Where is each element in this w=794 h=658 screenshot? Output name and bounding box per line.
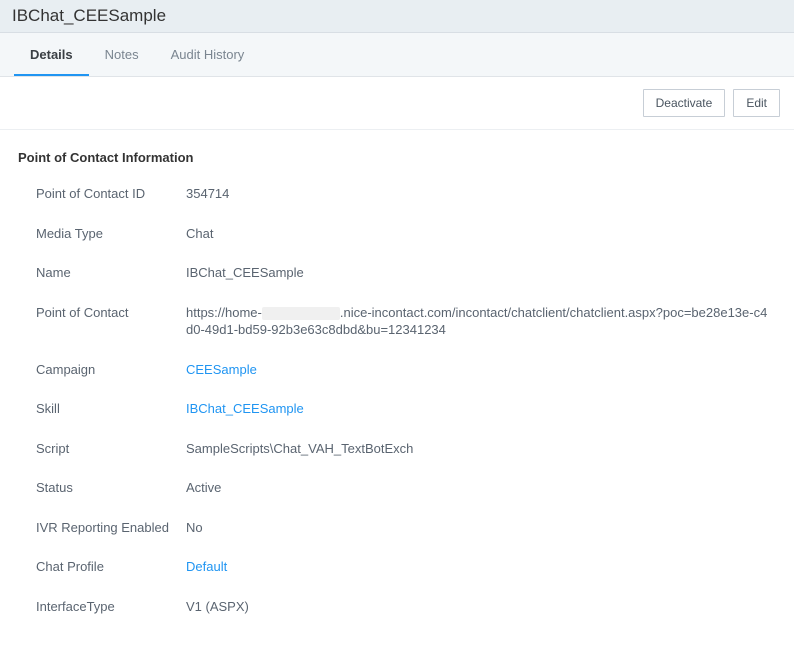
row-interface-type: InterfaceType V1 (ASPX) xyxy=(18,598,774,616)
value-poc-id: 354714 xyxy=(186,185,774,203)
value-ivr: No xyxy=(186,519,774,537)
section-title: Point of Contact Information xyxy=(18,150,774,165)
label-media-type: Media Type xyxy=(36,225,186,243)
label-skill: Skill xyxy=(36,400,186,418)
tabs-row: Details Notes Audit History xyxy=(0,33,794,77)
value-name: IBChat_CEESample xyxy=(186,264,774,282)
value-poc: https://home-.nice-incontact.com/inconta… xyxy=(186,304,774,339)
row-poc-id: Point of Contact ID 354714 xyxy=(18,185,774,203)
row-campaign: Campaign CEESample xyxy=(18,361,774,379)
poc-url-prefix: https://home- xyxy=(186,305,262,320)
content-panel: Point of Contact Information Point of Co… xyxy=(0,130,794,658)
label-name: Name xyxy=(36,264,186,282)
row-skill: Skill IBChat_CEESample xyxy=(18,400,774,418)
deactivate-button[interactable]: Deactivate xyxy=(643,89,726,117)
value-status: Active xyxy=(186,479,774,497)
value-media-type: Chat xyxy=(186,225,774,243)
page-title: IBChat_CEESample xyxy=(12,6,782,26)
redacted-segment xyxy=(262,307,340,320)
link-campaign[interactable]: CEESample xyxy=(186,361,774,379)
row-chat-profile: Chat Profile Default xyxy=(18,558,774,576)
row-media-type: Media Type Chat xyxy=(18,225,774,243)
label-status: Status xyxy=(36,479,186,497)
link-skill[interactable]: IBChat_CEESample xyxy=(186,400,774,418)
row-name: Name IBChat_CEESample xyxy=(18,264,774,282)
label-script: Script xyxy=(36,440,186,458)
label-poc-id: Point of Contact ID xyxy=(36,185,186,203)
label-interface-type: InterfaceType xyxy=(36,598,186,616)
label-ivr: IVR Reporting Enabled xyxy=(36,519,186,537)
link-chat-profile[interactable]: Default xyxy=(186,558,774,576)
tab-details[interactable]: Details xyxy=(14,33,89,76)
value-interface-type: V1 (ASPX) xyxy=(186,598,774,616)
label-poc: Point of Contact xyxy=(36,304,186,322)
row-status: Status Active xyxy=(18,479,774,497)
tab-notes[interactable]: Notes xyxy=(89,33,155,76)
edit-button[interactable]: Edit xyxy=(733,89,780,117)
actions-row: Deactivate Edit xyxy=(0,77,794,130)
row-ivr: IVR Reporting Enabled No xyxy=(18,519,774,537)
tab-audit-history[interactable]: Audit History xyxy=(155,33,261,76)
row-script: Script SampleScripts\Chat_VAH_TextBotExc… xyxy=(18,440,774,458)
value-script: SampleScripts\Chat_VAH_TextBotExch xyxy=(186,440,774,458)
row-poc: Point of Contact https://home-.nice-inco… xyxy=(18,304,774,339)
header-bar: IBChat_CEESample xyxy=(0,0,794,33)
label-chat-profile: Chat Profile xyxy=(36,558,186,576)
label-campaign: Campaign xyxy=(36,361,186,379)
